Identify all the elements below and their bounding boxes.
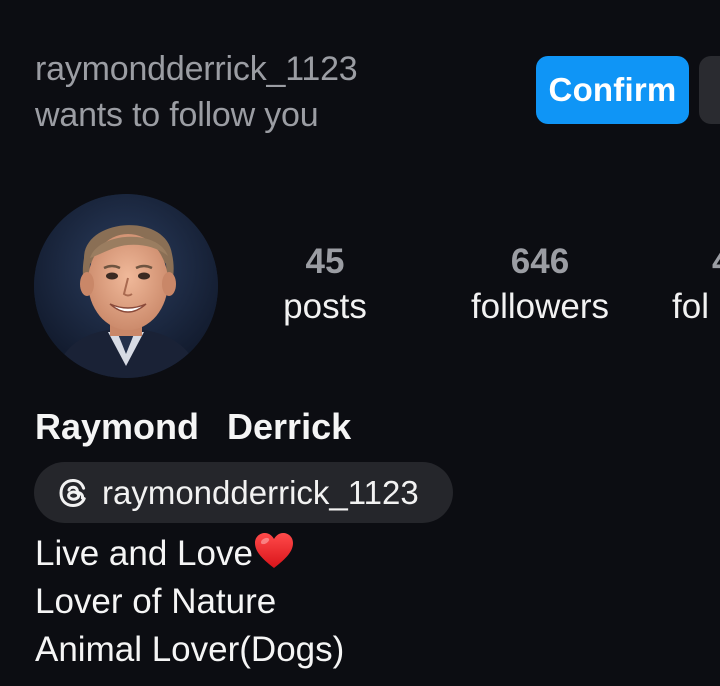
- followers-stat[interactable]: 646 followers: [455, 240, 625, 330]
- profile-screen: raymondderrick_1123 wants to follow you …: [0, 0, 720, 686]
- request-username[interactable]: raymondderrick_1123: [35, 46, 358, 92]
- threads-badge[interactable]: raymondderrick_1123: [34, 462, 453, 523]
- bio-line-3: Animal Lover(Dogs): [35, 630, 345, 669]
- profile-photo-icon: [34, 194, 218, 378]
- bio-line-1-text: Live and Love: [35, 534, 253, 573]
- following-stat[interactable]: 4 fol: [672, 240, 720, 330]
- confirm-button[interactable]: Confirm: [536, 56, 689, 124]
- posts-count: 45: [305, 242, 345, 281]
- posts-label: posts: [283, 287, 367, 326]
- heart-emoji-icon: [254, 533, 293, 568]
- bio: Live and Love Lover of Nature Animal Lov…: [35, 530, 344, 674]
- following-count: 4: [672, 240, 720, 284]
- bio-line-1: Live and Love: [35, 530, 344, 578]
- display-name: Raymond Derrick: [35, 406, 352, 447]
- delete-button[interactable]: [699, 56, 720, 124]
- request-message: wants to follow you: [35, 96, 319, 134]
- posts-stat[interactable]: 45 posts: [265, 240, 385, 330]
- following-label: fol: [672, 287, 709, 326]
- avatar[interactable]: [34, 194, 218, 378]
- followers-label: followers: [470, 287, 610, 326]
- followers-count: 646: [510, 242, 570, 281]
- follow-request-text: raymondderrick_1123 wants to follow you: [35, 46, 358, 138]
- threads-icon: [59, 479, 86, 508]
- threads-handle: raymondderrick_1123: [102, 474, 419, 511]
- bio-line-2: Lover of Nature: [35, 582, 277, 621]
